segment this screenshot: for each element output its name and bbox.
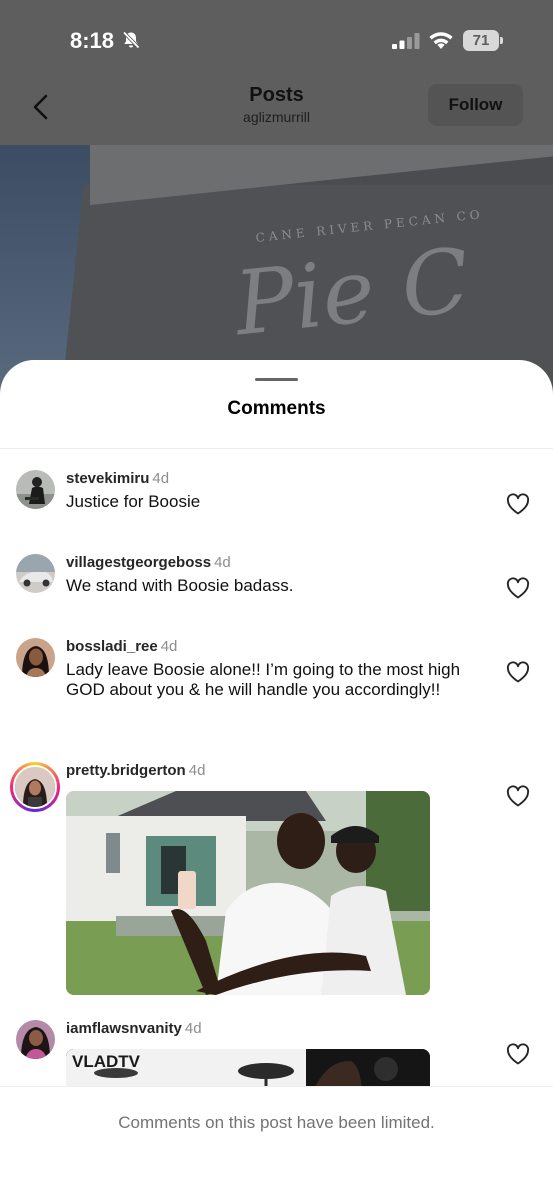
gif-watermark: VLADTV <box>72 1052 140 1071</box>
comment-username[interactable]: bossladi_ree <box>66 638 158 655</box>
sheet-title: Comments <box>227 398 326 419</box>
comment-username[interactable]: iamflawsnvanity <box>66 1020 182 1037</box>
heart-icon[interactable] <box>506 661 530 683</box>
gif-attachment[interactable] <box>66 791 430 995</box>
bell-off-icon <box>122 31 140 49</box>
comment-username[interactable]: villagestgeorgeboss <box>66 554 211 571</box>
comment-username[interactable]: pretty.bridgerton <box>66 762 186 779</box>
comment-time: 4d <box>152 470 170 487</box>
comments-footer: Comments on this post have been limited. <box>0 1086 553 1200</box>
comment-item: iamflawsnvanity 4d VLADTV <box>0 1018 553 1086</box>
wifi-icon <box>429 32 453 49</box>
avatar[interactable] <box>16 1020 55 1059</box>
status-bar: 8:18 71 <box>0 0 553 80</box>
comment-username[interactable]: stevekimiru <box>66 470 149 487</box>
status-time: 8:18 <box>70 28 115 53</box>
battery-icon: 71 <box>463 30 503 51</box>
heart-icon[interactable] <box>506 1043 530 1065</box>
comment-header: iamflawsnvanity 4d <box>66 1020 202 1037</box>
sheet-grabber[interactable] <box>255 378 298 381</box>
signal-icon <box>392 33 420 49</box>
avatar[interactable] <box>16 638 55 677</box>
comment-time: 4d <box>160 638 178 655</box>
heart-icon[interactable] <box>506 577 530 599</box>
comment-text: Lady leave Boosie alone!! I’m going to t… <box>66 660 461 699</box>
comment-time: 4d <box>188 762 206 779</box>
avatar[interactable] <box>16 554 55 593</box>
divider <box>0 448 553 449</box>
follow-button[interactable]: Follow <box>428 84 523 126</box>
comment-header: stevekimiru 4d <box>66 470 169 487</box>
comment-header: pretty.bridgerton 4d <box>66 762 205 779</box>
comment-header: bossladi_ree 4d <box>66 638 177 655</box>
comments-limited-notice: Comments on this post have been limited. <box>118 1113 435 1132</box>
nav-bar: Posts aglizmurrill Follow <box>0 80 553 145</box>
avatar-story-ring[interactable] <box>10 762 60 812</box>
heart-icon[interactable] <box>506 493 530 515</box>
gif-attachment[interactable]: VLADTV <box>66 1049 430 1086</box>
comment-text: We stand with Boosie badass. <box>66 576 294 595</box>
comment-time: 4d <box>184 1020 202 1037</box>
dimmed-background[interactable]: CANE RIVER PECAN CO Pie C 8:18 71 Posts … <box>0 0 553 400</box>
avatar[interactable] <box>16 470 55 509</box>
comment-text: Justice for Boosie <box>66 492 201 511</box>
comment-header: villagestgeorgeboss 4d <box>66 554 231 571</box>
heart-icon[interactable] <box>506 785 530 807</box>
battery-level: 71 <box>463 30 499 51</box>
comment-time: 4d <box>214 554 231 571</box>
